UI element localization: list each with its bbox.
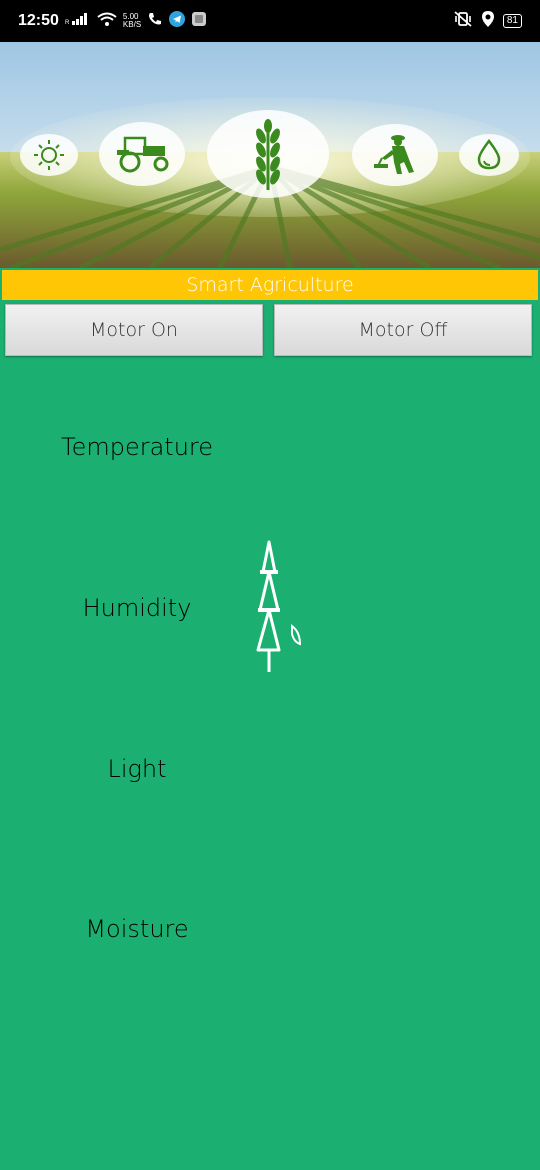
- wifi-icon: [97, 12, 117, 31]
- plant-icon: [248, 538, 308, 683]
- app-title: Smart Agriculture: [186, 274, 354, 296]
- wheat-icon: [207, 110, 329, 198]
- motor-on-button[interactable]: Motor On: [5, 304, 263, 356]
- svg-text:R: R: [65, 20, 70, 26]
- net-speed: 5.00 KB/S: [123, 13, 141, 29]
- motor-on-label: Motor On: [90, 319, 178, 341]
- telegram-icon: [169, 10, 186, 32]
- signal-icon: R: [65, 12, 91, 31]
- app-title-bar: Smart Agriculture: [2, 270, 538, 300]
- motor-off-label: Motor Off: [358, 319, 448, 341]
- net-speed-unit: KB/S: [122, 20, 142, 29]
- sun-icon: [20, 134, 78, 176]
- farmer-icon: [352, 124, 438, 186]
- battery-icon: 81: [502, 14, 522, 28]
- status-bar: 12:50 R 5.00 KB/S 81: [0, 0, 540, 42]
- app-notification-icon: [191, 11, 207, 32]
- tractor-icon: [99, 122, 185, 186]
- call-icon: [147, 11, 163, 32]
- light-label: Light: [107, 755, 167, 783]
- location-icon: [481, 10, 495, 33]
- water-drop-icon: [459, 134, 519, 176]
- header-banner: [0, 42, 540, 268]
- motor-off-button[interactable]: Motor Off: [274, 304, 532, 356]
- clock: 12:50: [18, 12, 59, 29]
- moisture-label: Moisture: [85, 915, 189, 943]
- humidity-label: Humidity: [82, 594, 192, 622]
- vibrate-icon: [453, 10, 473, 32]
- temperature-label: Temperature: [60, 433, 214, 461]
